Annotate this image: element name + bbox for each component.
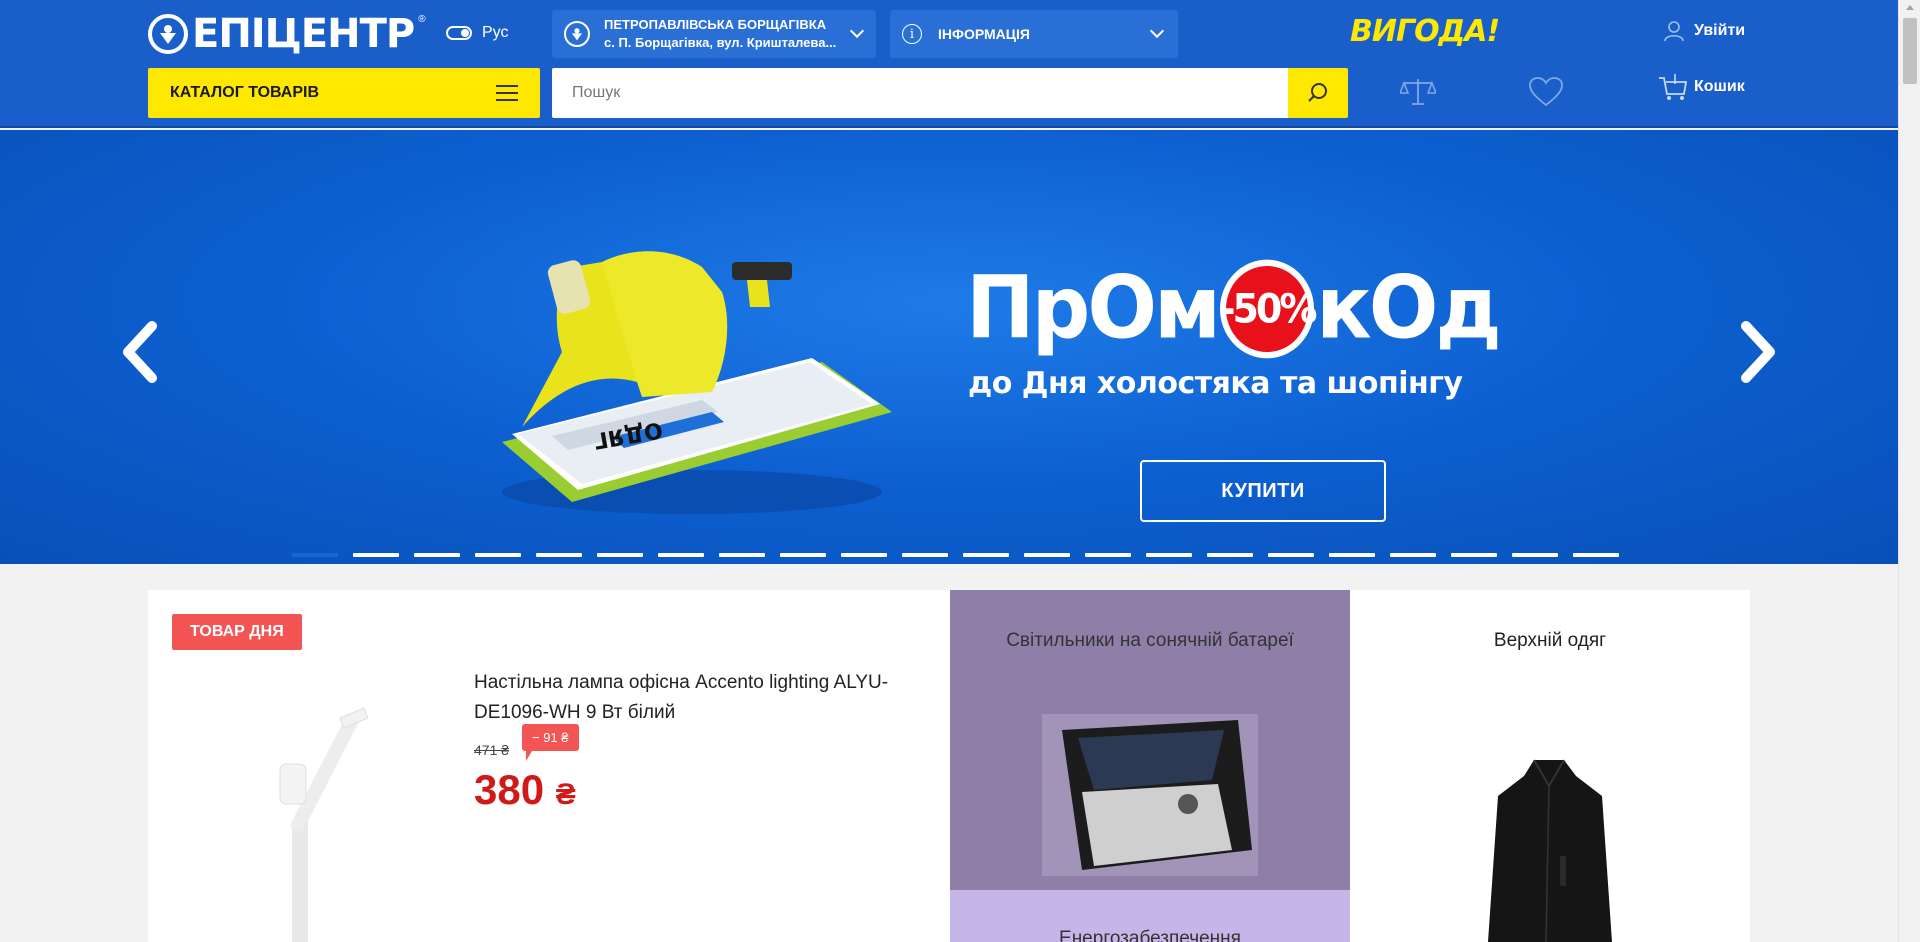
banner-slide-dot[interactable] <box>536 553 582 557</box>
login-link[interactable]: Увійти <box>1664 20 1745 42</box>
scrollbar-thumb[interactable] <box>1903 18 1917 84</box>
banner-slide-dot[interactable] <box>1573 553 1619 557</box>
banner-slide-dot[interactable] <box>780 553 826 557</box>
product-of-day-badge: ТОВАР ДНЯ <box>172 614 302 650</box>
store-info: ПЕТРОПАВЛІВСЬКА БОРЩАГІВКА с. П. Борщагі… <box>604 16 852 52</box>
product-price: 380 ₴ <box>474 766 576 814</box>
heart-icon <box>1529 77 1563 107</box>
catalog-label: КАТАЛОГ ТОВАРІВ <box>170 84 320 101</box>
language-label: Рус <box>482 24 509 41</box>
language-toggle-icon[interactable] <box>446 26 472 40</box>
store-selector[interactable]: ПЕТРОПАВЛІВСЬКА БОРЩАГІВКА с. П. Борщагі… <box>552 10 876 58</box>
compare-button[interactable] <box>1398 72 1438 112</box>
product-of-day-card[interactable]: ТОВАР ДНЯ Настільна лампа офісна Accento… <box>148 590 950 942</box>
catalog-button[interactable]: КАТАЛОГ ТОВАРІВ <box>148 68 540 118</box>
banner-slide-dot[interactable] <box>414 553 460 557</box>
banner-slide-dot[interactable] <box>902 553 948 557</box>
category-card-solar-lights[interactable]: Світильники на сонячній батареї <box>950 590 1350 890</box>
info-label: ІНФОРМАЦІЯ <box>938 26 1030 42</box>
store-address: с. П. Борщагівка, вул. Кришталева... <box>604 35 837 50</box>
page-scrollbar[interactable] <box>1898 0 1920 942</box>
chevron-right-icon <box>1741 321 1775 383</box>
search-input[interactable] <box>552 68 1288 118</box>
cart-label: Кошик <box>1694 78 1745 95</box>
store-location-icon <box>564 21 590 47</box>
product-price-currency: ₴ <box>555 778 576 811</box>
scales-icon <box>1400 79 1436 105</box>
jacket-image <box>1488 759 1612 942</box>
banner-slide-dot[interactable] <box>1329 553 1375 557</box>
banner-prev-button[interactable] <box>120 320 160 384</box>
product-old-price: 471 ₴ <box>474 742 510 758</box>
banner-slide-dot[interactable] <box>1268 553 1314 557</box>
info-dropdown[interactable]: i ІНФОРМАЦІЯ <box>890 10 1178 58</box>
banner-slide-dot[interactable] <box>658 553 704 557</box>
banner-pagination <box>292 553 1619 557</box>
user-icon <box>1664 21 1684 42</box>
desk-lamp-image <box>279 707 369 942</box>
chevron-down-icon <box>1149 23 1165 39</box>
category-title: Енергозабезпечення <box>1059 928 1241 942</box>
promo-title-part: д <box>1435 258 1501 359</box>
promo-discount-badge: -50% <box>1220 259 1317 359</box>
promo-title-part: к <box>1316 258 1372 359</box>
promo-title-part: О <box>1087 258 1157 359</box>
search-bar <box>552 68 1348 118</box>
site-header: ЕПІЦЕНТР ® Рус ПЕТРОПАВЛІВСЬКА БОРЩАГІВК… <box>0 0 1898 128</box>
banner-slide-dot[interactable] <box>841 553 887 557</box>
vygoda-promo-link[interactable]: ВИГОДА! <box>1350 14 1500 49</box>
banner-slide-dot[interactable] <box>1390 553 1436 557</box>
banner-slide-dot[interactable] <box>597 553 643 557</box>
chevron-down-icon <box>849 23 865 39</box>
banner-slide-dot[interactable] <box>1024 553 1070 557</box>
buy-button[interactable]: КУПИТИ <box>1140 460 1386 522</box>
promo-title-part: О <box>1368 258 1439 359</box>
category-title: Верхній одяг <box>1493 630 1607 651</box>
scroll-up-icon[interactable] <box>1906 5 1914 10</box>
site-logo[interactable]: ЕПІЦЕНТР ® <box>148 10 426 58</box>
store-name: ПЕТРОПАВЛІВСЬКА БОРЩАГІВКА <box>604 17 827 32</box>
promo-title-part: м <box>1154 258 1221 359</box>
cart-icon <box>1659 74 1688 100</box>
banner-slide-dot[interactable] <box>353 553 399 557</box>
banner-slide-dot[interactable] <box>1451 553 1497 557</box>
promo-title-part: Пр <box>966 258 1090 359</box>
language-switch[interactable]: Рус <box>446 24 509 42</box>
logo-mark-icon <box>148 14 188 54</box>
logo-text: ЕПІЦЕНТР <box>192 11 415 57</box>
product-price-value: 380 <box>474 766 545 813</box>
info-icon: i <box>902 24 922 44</box>
promo-phone-illustration: ОДЯГ <box>502 251 892 514</box>
product-title[interactable]: Настільна лампа офісна Accento lighting … <box>474 668 934 728</box>
banner-slide-dot[interactable] <box>1085 553 1131 557</box>
banner-slide-dot[interactable] <box>1146 553 1192 557</box>
banner-slide-dot[interactable] <box>963 553 1009 557</box>
search-button[interactable] <box>1288 68 1348 118</box>
menu-icon <box>496 85 518 101</box>
banner-slide-dot[interactable] <box>292 553 338 557</box>
category-card-energy[interactable]: Енергозабезпечення <box>950 890 1350 942</box>
wishlist-button[interactable] <box>1526 72 1566 112</box>
banner-slide-dot[interactable] <box>475 553 521 557</box>
login-label: Увійти <box>1694 22 1746 39</box>
logo-registered-mark: ® <box>418 14 426 25</box>
promo-title: Пр О м -50% к О д <box>966 258 1502 359</box>
banner-slide-dot[interactable] <box>1512 553 1558 557</box>
cart-link[interactable]: Кошик <box>1658 72 1745 102</box>
promo-banner[interactable]: ОДЯГ Пр О м -50% к О д до Дня холостяка … <box>0 130 1898 564</box>
banner-slide-dot[interactable] <box>719 553 765 557</box>
banner-slide-dot[interactable] <box>1207 553 1253 557</box>
solar-light-image <box>1042 714 1258 876</box>
product-discount-tag: − 91 ₴ <box>522 724 579 761</box>
chevron-left-icon <box>123 321 157 383</box>
category-card-outerwear[interactable]: Верхній одяг <box>1350 590 1750 942</box>
banner-next-button[interactable] <box>1738 320 1778 384</box>
promo-subtitle: до Дня холостяка та шопінгу <box>968 366 1463 401</box>
search-icon <box>1308 83 1327 102</box>
category-title: Світильники на сонячній батареї <box>1006 630 1294 651</box>
